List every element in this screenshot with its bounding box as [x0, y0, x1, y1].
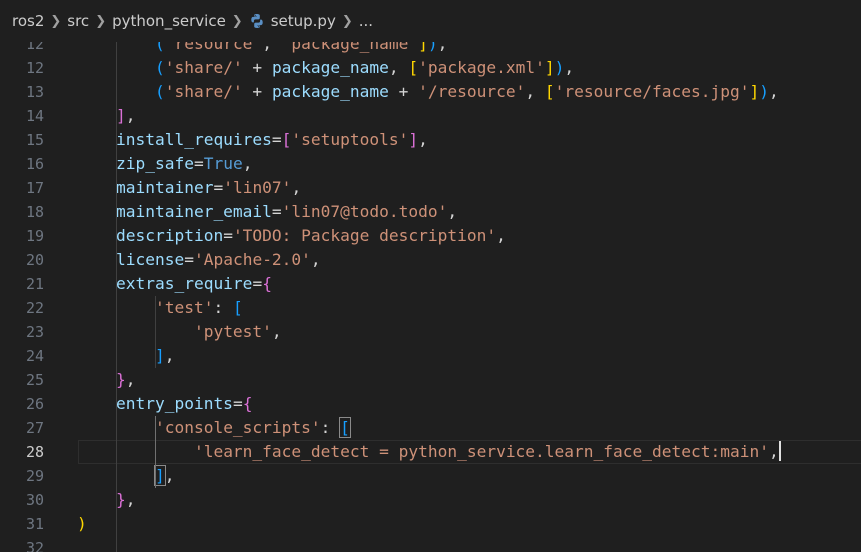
code-line[interactable]: 28 'learn_face_detect = python_service.l…: [0, 440, 861, 464]
breadcrumb: ros2 ❯ src ❯ python_service ❯ setup.py ❯…: [0, 0, 861, 42]
code-text: install_requires=['setuptools'],: [115, 130, 428, 149]
code-line[interactable]: 24 ],: [0, 344, 861, 368]
line-number: 13: [25, 83, 44, 101]
line-number: 31: [25, 515, 44, 533]
code-text: extras_require={: [115, 274, 272, 293]
code-editor[interactable]: 12 ('resource', 'package_name']), 12 ('sh…: [0, 42, 861, 552]
line-number: 22: [25, 299, 44, 317]
code-text: ('resource', 'package_name']),: [154, 42, 448, 53]
line-number: 18: [25, 203, 44, 221]
code-text: },: [115, 370, 136, 389]
chevron-right-icon: ❯: [341, 13, 353, 29]
indent-guide: [116, 42, 117, 552]
code-text: ],: [154, 346, 175, 365]
code-line[interactable]: 18 maintainer_email='lin07@todo.todo',: [0, 200, 861, 224]
line-number: 29: [25, 467, 44, 485]
code-line[interactable]: 21 extras_require={: [0, 272, 861, 296]
breadcrumb-item-python-service[interactable]: python_service: [112, 12, 226, 30]
code-line[interactable]: 16 zip_safe=True,: [0, 152, 861, 176]
code-line[interactable]: 17 maintainer='lin07',: [0, 176, 861, 200]
code-text: ): [77, 514, 87, 533]
code-line[interactable]: 12 ('resource', 'package_name']),: [0, 42, 861, 56]
line-number: 12: [25, 42, 44, 53]
code-text: maintainer_email='lin07@todo.todo',: [115, 202, 458, 221]
code-line[interactable]: 20 license='Apache-2.0',: [0, 248, 861, 272]
code-text: description='TODO: Package description',: [115, 226, 506, 245]
line-number: 25: [25, 371, 44, 389]
line-number: 32: [25, 539, 44, 552]
line-number: 15: [25, 131, 44, 149]
line-number: 30: [25, 491, 44, 509]
chevron-right-icon: ❯: [231, 13, 243, 29]
code-text: license='Apache-2.0',: [115, 250, 321, 269]
code-line[interactable]: 19 description='TODO: Package descriptio…: [0, 224, 861, 248]
code-text: zip_safe=True,: [115, 154, 253, 173]
chevron-right-icon: ❯: [95, 13, 107, 29]
code-text: ],: [153, 465, 175, 486]
code-line[interactable]: 14 ],: [0, 104, 861, 128]
code-text: 'test': [: [154, 298, 243, 317]
line-number: 14: [25, 107, 44, 125]
code-line[interactable]: 30 },: [0, 488, 861, 512]
line-number: 12: [25, 59, 44, 77]
code-text: 'pytest',: [193, 322, 282, 341]
indent-guide: [155, 416, 156, 488]
code-text: 'console_scripts': [: [154, 417, 351, 438]
breadcrumb-file-setup-py[interactable]: setup.py: [271, 12, 336, 30]
line-number: 17: [25, 179, 44, 197]
code-text: maintainer='lin07',: [115, 178, 302, 197]
line-number: 26: [25, 395, 44, 413]
line-number: 16: [25, 155, 44, 173]
code-line[interactable]: 31): [0, 512, 861, 536]
line-number: 21: [25, 275, 44, 293]
line-number: 20: [25, 251, 44, 269]
indent-guide: [155, 296, 156, 368]
code-line[interactable]: 29 ],: [0, 464, 861, 488]
code-line[interactable]: 23 'pytest',: [0, 320, 861, 344]
breadcrumb-ellipsis[interactable]: ...: [359, 12, 373, 30]
code-line[interactable]: 12 ('share/' + package_name, ['package.x…: [0, 56, 861, 80]
code-line[interactable]: 32: [0, 536, 861, 552]
breadcrumb-item-src[interactable]: src: [67, 12, 89, 30]
code-line[interactable]: 25 },: [0, 368, 861, 392]
code-text: 'learn_face_detect = python_service.lear…: [193, 441, 781, 461]
breadcrumb-item-ros2[interactable]: ros2: [12, 12, 44, 30]
code-text: ('share/' + package_name + '/resource', …: [154, 82, 779, 101]
code-line[interactable]: 22 'test': [: [0, 296, 861, 320]
code-text: entry_points={: [115, 394, 253, 413]
line-number: 19: [25, 227, 44, 245]
code-text: ('share/' + package_name, ['package.xml'…: [154, 58, 575, 77]
chevron-right-icon: ❯: [50, 13, 62, 29]
code-line[interactable]: 26 entry_points={: [0, 392, 861, 416]
line-number: 27: [25, 419, 44, 437]
code-line[interactable]: 27 'console_scripts': [: [0, 416, 861, 440]
code-line[interactable]: 13 ('share/' + package_name + '/resource…: [0, 80, 861, 104]
code-text: ],: [115, 106, 136, 125]
line-number: 28: [25, 443, 44, 461]
code-line[interactable]: 15 install_requires=['setuptools'],: [0, 128, 861, 152]
line-number: 24: [25, 347, 44, 365]
python-file-icon: [251, 14, 263, 28]
text-cursor: [778, 441, 781, 461]
line-number: 23: [25, 323, 44, 341]
code-text: },: [115, 490, 136, 509]
